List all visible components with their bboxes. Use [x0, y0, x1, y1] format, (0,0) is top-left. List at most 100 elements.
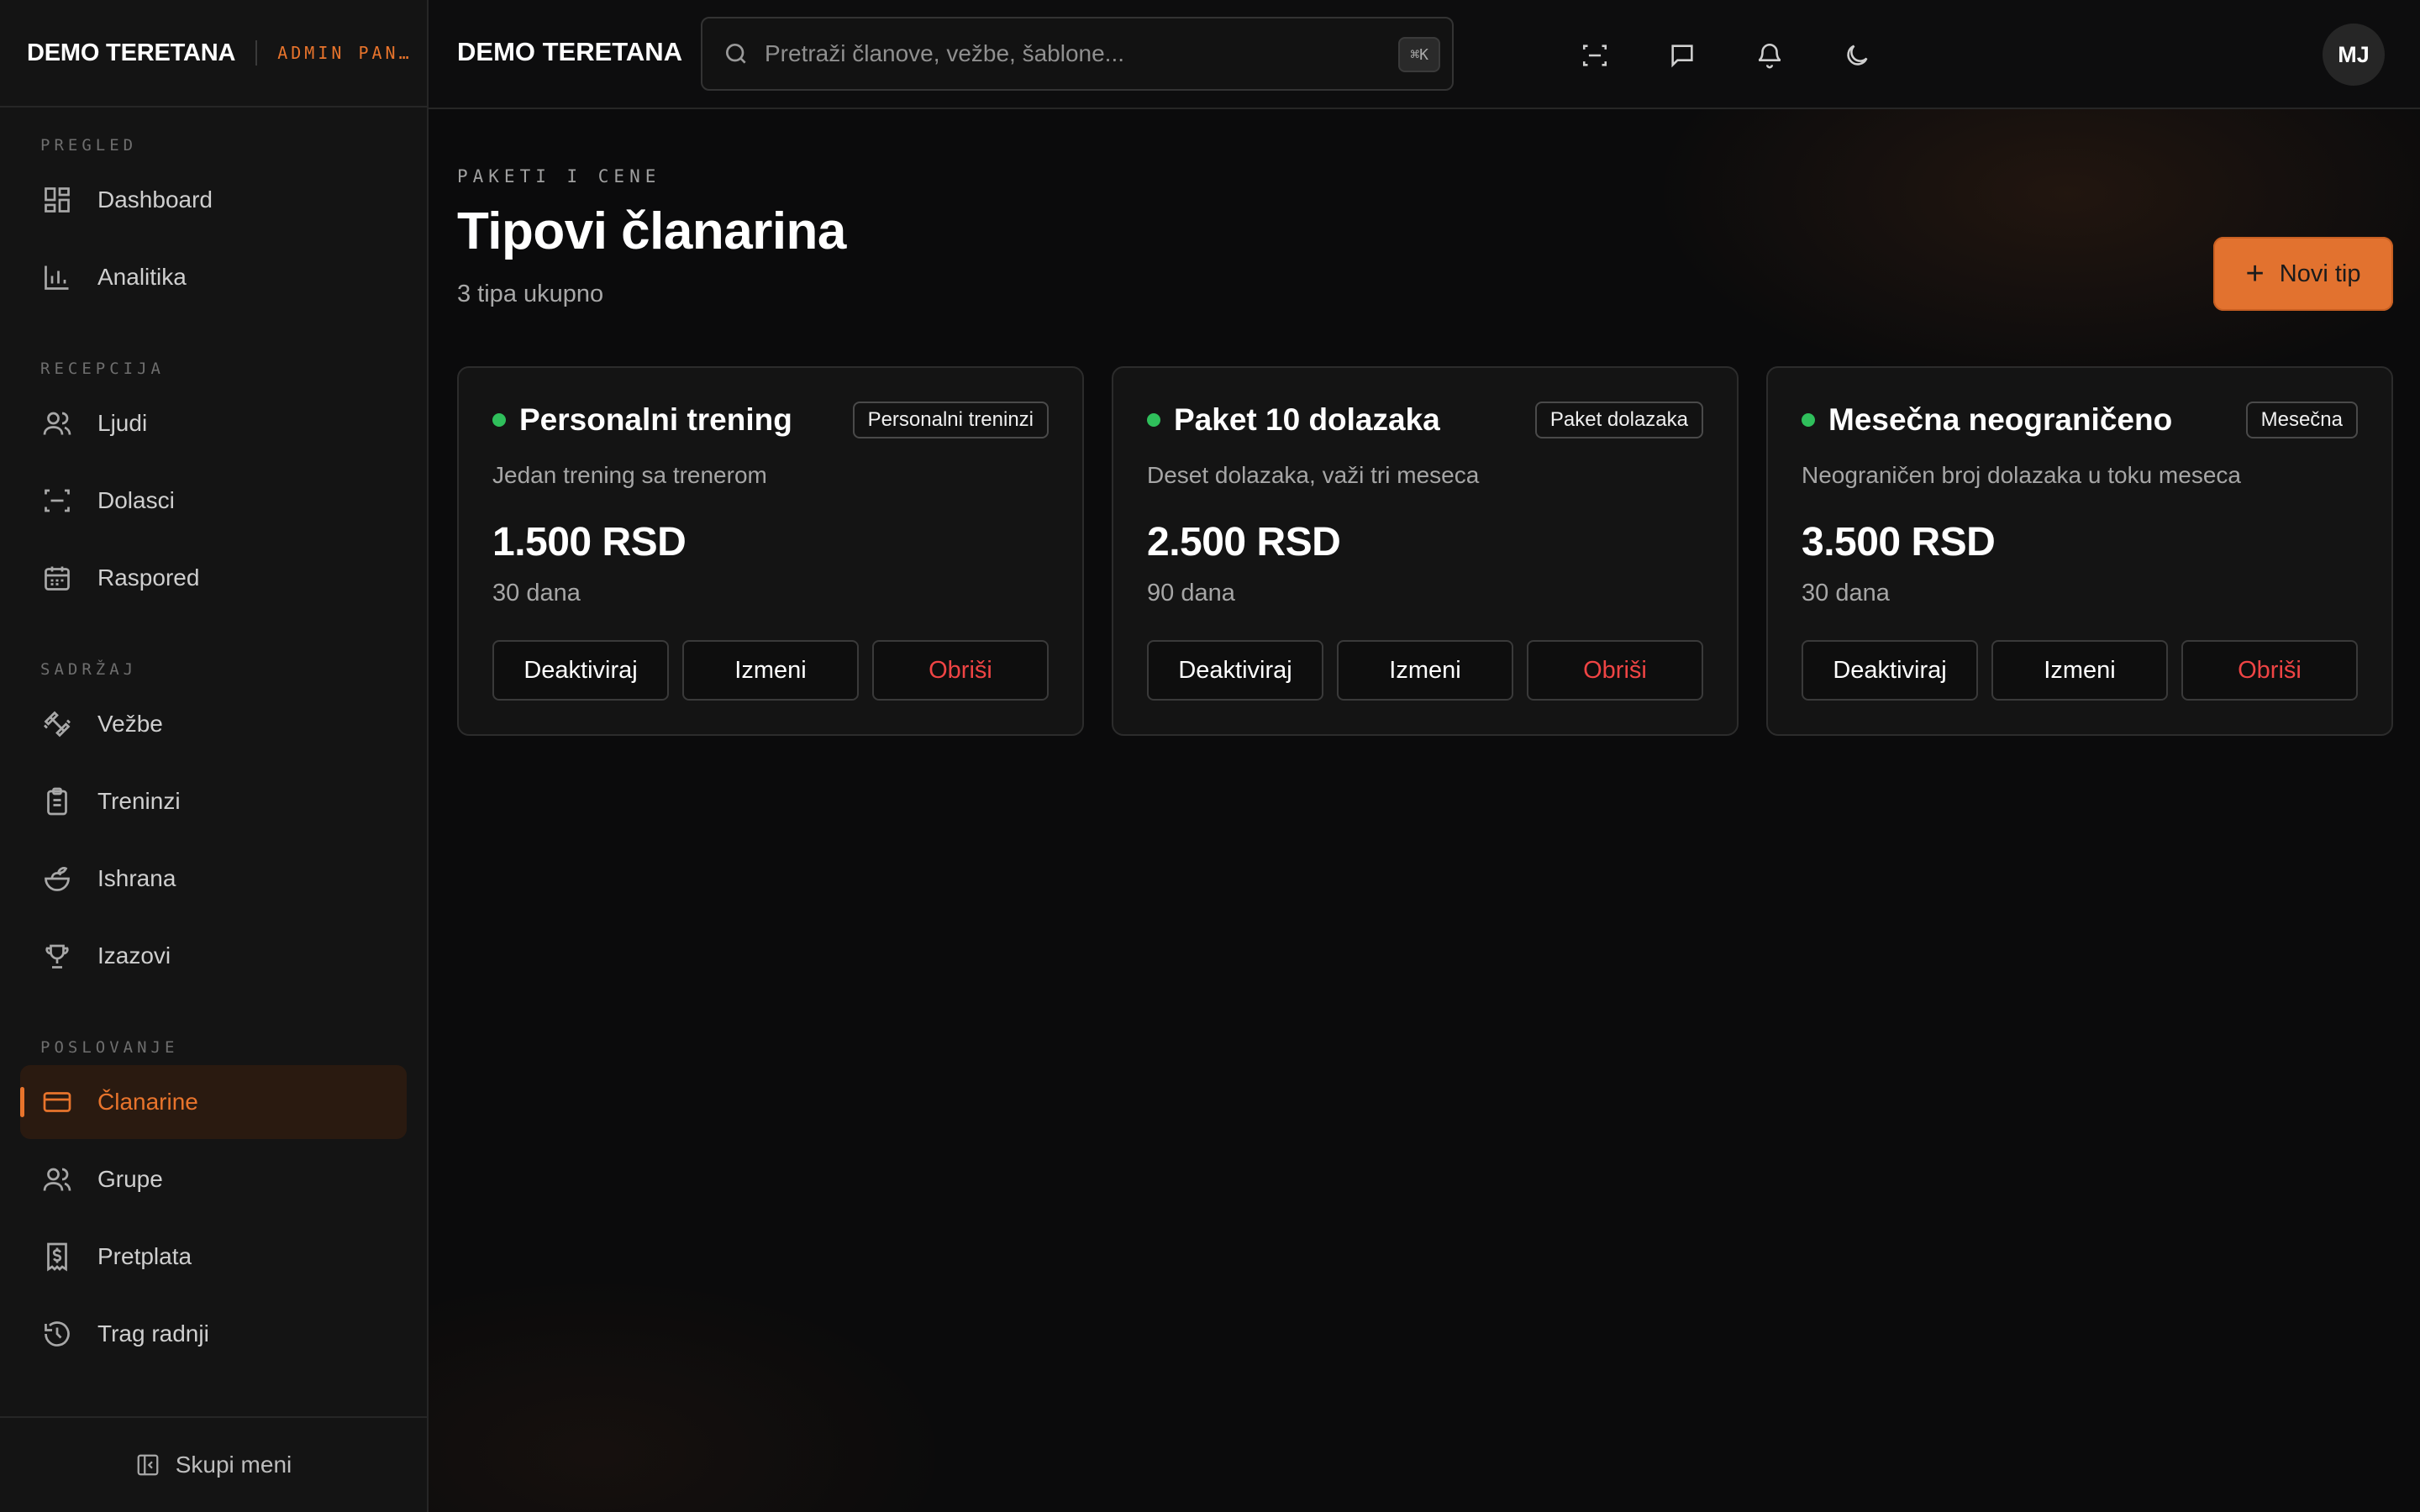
category-badge: Personalni treninzi	[852, 402, 1049, 438]
sidebar-item-grupe[interactable]: Grupe	[20, 1142, 407, 1216]
active-status-dot	[1802, 413, 1815, 427]
new-type-button[interactable]: + Novi tip	[2213, 237, 2393, 311]
card-header: Paket 10 dolazaka Paket dolazaka	[1147, 402, 1703, 438]
calendar-icon	[40, 561, 74, 595]
sidebar-item-label: Dolasci	[97, 487, 175, 513]
search-box[interactable]: ⌘K	[701, 17, 1454, 91]
sidebar-item-label: Ljudi	[97, 410, 148, 436]
sidebar-item-dolasci[interactable]: Dolasci	[20, 464, 407, 538]
scan-icon	[40, 484, 74, 517]
card-actions: Deaktiviraj Izmeni Obriši	[1147, 640, 1703, 701]
card-price: 3.500 RSD	[1802, 520, 1996, 564]
sidebar-item-ishrana[interactable]: Ishrana	[20, 842, 407, 916]
category-badge: Mesečna	[2245, 402, 2358, 438]
deactivate-button[interactable]: Deaktiviraj	[1802, 640, 1978, 701]
theme-toggle-button[interactable]	[1835, 34, 1879, 77]
membership-card: Mesečna neograničeno Mesečna Neograničen…	[1766, 366, 2393, 736]
notifications-button[interactable]	[1748, 34, 1791, 77]
plus-icon: +	[2245, 256, 2265, 291]
new-type-label: Novi tip	[2279, 260, 2361, 287]
sidebar-item-ljudi[interactable]: Ljudi	[20, 386, 407, 460]
sidebar-item-label: Ishrana	[97, 865, 176, 891]
scan-button[interactable]	[1573, 34, 1617, 77]
active-status-dot	[492, 413, 506, 427]
salad-icon	[40, 862, 74, 895]
messages-button[interactable]	[1660, 34, 1704, 77]
card-description: Neograničen broj dolazaka u toku meseca	[1802, 462, 2241, 488]
nav-section-title: POSLOVANJE	[40, 1038, 179, 1057]
moon-icon	[1847, 45, 1868, 66]
main-content: PAKETI I CENE Tipovi članarina 3 tipa uk…	[429, 109, 2420, 1512]
card-duration: 30 dana	[1802, 580, 1890, 606]
collapse-menu-button[interactable]: Skupi meni	[0, 1416, 427, 1512]
nav-section-title: PREGLED	[40, 136, 138, 155]
sidebar-item-treninzi[interactable]: Treninzi	[20, 764, 407, 838]
category-badge: Paket dolazaka	[1534, 402, 1703, 438]
sidebar-item-trag-radnji[interactable]: Trag radnji	[20, 1297, 407, 1371]
card-description: Jedan trening sa trenerom	[492, 462, 767, 488]
brand-divider	[255, 40, 258, 66]
sidebar-item-izazovi[interactable]: Izazovi	[20, 919, 407, 993]
card-price: 2.500 RSD	[1147, 520, 1341, 564]
sidebar-item-clanarine[interactable]: Članarine	[20, 1065, 407, 1139]
sidebar-item-vezbe[interactable]: Vežbe	[20, 687, 407, 761]
brand-tagline: ADMIN PANEL	[277, 43, 413, 63]
edit-button[interactable]: Izmeni	[682, 640, 859, 701]
nav-section-title: RECEPCIJA	[40, 360, 165, 378]
sidebar-item-raspored[interactable]: Raspored	[20, 541, 407, 615]
sidebar: DEMO TERETANA ADMIN PANEL PREGLED Dashbo…	[0, 0, 429, 1512]
trophy-icon	[40, 939, 74, 973]
card-price: 1.500 RSD	[492, 520, 687, 564]
search-input[interactable]	[765, 40, 1353, 67]
topbar: DEMO TERETANA ⌘K MJ	[429, 0, 2420, 109]
sidebar-collapse-icon	[135, 1452, 160, 1478]
search-shortcut-badge: ⌘K	[1398, 37, 1440, 72]
sidebar-item-label: Vežbe	[97, 711, 163, 737]
user-avatar[interactable]: MJ	[2323, 24, 2385, 86]
delete-button[interactable]: Obriši	[872, 640, 1049, 701]
collapse-menu-label: Skupi meni	[175, 1452, 292, 1478]
card-duration: 90 dana	[1147, 580, 1235, 606]
deactivate-button[interactable]: Deaktiviraj	[1147, 640, 1323, 701]
delete-button[interactable]: Obriši	[1527, 640, 1703, 701]
dumbbell-icon	[40, 707, 74, 741]
history-icon	[40, 1317, 74, 1351]
bell-icon	[1758, 44, 1781, 69]
card-title: Personalni trening	[519, 402, 792, 437]
card-duration: 30 dana	[492, 580, 581, 606]
page-title: Tipovi članarina	[457, 202, 846, 260]
deactivate-button[interactable]: Deaktiviraj	[492, 640, 669, 701]
sidebar-item-label: Dashboard	[97, 186, 213, 213]
delete-button[interactable]: Obriši	[2181, 640, 2358, 701]
sidebar-item-label: Izazovi	[97, 942, 171, 969]
card-description: Deset dolazaka, važi tri meseca	[1147, 462, 1480, 488]
sidebar-item-label: Grupe	[97, 1166, 163, 1192]
sidebar-item-pretplata[interactable]: Pretplata	[20, 1220, 407, 1294]
brand: DEMO TERETANA ADMIN PANEL	[0, 0, 427, 108]
page-eyebrow: PAKETI I CENE	[457, 166, 661, 186]
active-status-dot	[1147, 413, 1160, 427]
clipboard-icon	[40, 785, 74, 818]
edit-button[interactable]: Izmeni	[1337, 640, 1513, 701]
bar-chart-icon	[40, 260, 74, 294]
sidebar-item-analitika[interactable]: Analitika	[20, 240, 407, 314]
message-icon	[1671, 45, 1693, 68]
brand-name: DEMO TERETANA	[27, 39, 236, 66]
sidebar-item-label: Pretplata	[97, 1243, 192, 1269]
sidebar-item-label: Analitika	[97, 264, 187, 290]
users-icon	[40, 407, 74, 440]
receipt-icon	[40, 1240, 74, 1273]
sidebar-item-label: Raspored	[97, 564, 200, 591]
sidebar-item-label: Treninzi	[97, 788, 181, 814]
sidebar-item-dashboard[interactable]: Dashboard	[20, 163, 407, 237]
membership-card: Paket 10 dolazaka Paket dolazaka Deset d…	[1112, 366, 1739, 736]
sidebar-nav: PREGLED Dashboard Analitika RECEPCIJA Lj…	[0, 108, 427, 1371]
edit-button[interactable]: Izmeni	[1991, 640, 2168, 701]
users-icon	[40, 1163, 74, 1196]
dashboard-icon	[40, 183, 74, 217]
card-title: Mesečna neograničeno	[1828, 402, 2173, 437]
credit-card-icon	[40, 1085, 74, 1119]
topbar-title: DEMO TERETANA	[457, 37, 683, 66]
membership-card: Personalni trening Personalni treninzi J…	[457, 366, 1084, 736]
sidebar-item-label: Trag radnji	[97, 1320, 209, 1347]
